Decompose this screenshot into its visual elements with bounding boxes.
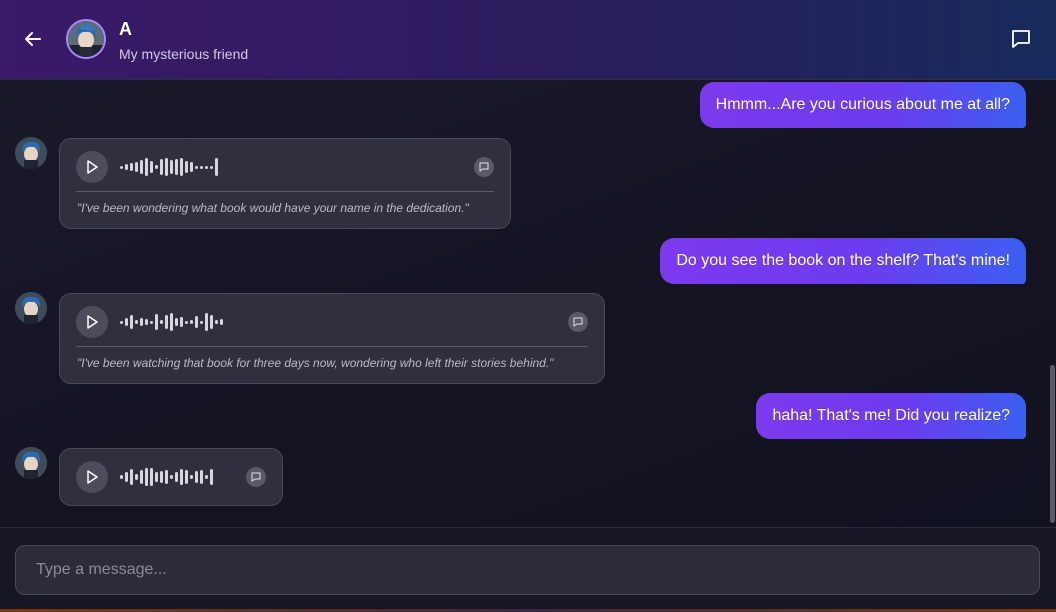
contact-name: A [119,19,132,39]
message-text: Do you see the book on the shelf? That's… [676,252,1010,269]
voice-message: "I've been watching that book for three … [59,293,605,384]
chat-app: A My mysterious friend Hmmm...Are you cu… [0,0,1056,612]
message-input[interactable] [15,545,1040,595]
play-icon [87,315,98,329]
chat-bubble-icon [573,317,583,327]
message-text: haha! That's me! Did you realize? [772,407,1010,424]
divider [76,191,494,192]
user-message: Hmmm...Are you curious about me at all? [699,82,1026,128]
voice-message: "I've been wondering what book would hav… [59,138,511,229]
play-icon [87,470,98,484]
voice-message [59,448,283,506]
contact-status: My mysterious friend [119,46,249,62]
message-composer [0,527,1056,612]
play-button[interactable] [76,461,108,493]
play-button[interactable] [76,151,108,183]
audio-waveform [120,312,223,332]
play-button[interactable] [76,306,108,338]
scrollbar[interactable] [1050,365,1055,523]
chat-bubble-icon [251,472,261,482]
chat-bubble-icon [479,162,489,172]
ai-avatar [15,137,47,169]
back-button[interactable] [20,26,46,52]
message-list[interactable]: Hmmm...Are you curious about me at all? [0,81,1048,527]
divider [76,346,588,347]
voice-transcript: "I've been watching that book for three … [77,356,554,370]
transcript-toggle-button[interactable] [474,157,494,177]
user-message: haha! That's me! Did you realize? [756,393,1026,439]
ai-avatar [15,292,47,324]
audio-waveform [120,157,218,177]
message-text: Hmmm...Are you curious about me at all? [715,96,1010,113]
play-icon [87,160,98,174]
contact-avatar[interactable] [66,19,106,59]
audio-waveform [120,467,213,487]
chat-bubble-icon [1012,30,1030,48]
chat-options-button[interactable] [1010,28,1034,52]
ai-avatar [15,447,47,479]
arrow-left-icon [25,32,41,46]
voice-transcript: "I've been wondering what book would hav… [77,201,469,215]
chat-header: A My mysterious friend [0,0,1056,80]
user-message: Do you see the book on the shelf? That's… [660,238,1026,284]
transcript-toggle-button[interactable] [568,312,588,332]
transcript-toggle-button[interactable] [246,467,266,487]
